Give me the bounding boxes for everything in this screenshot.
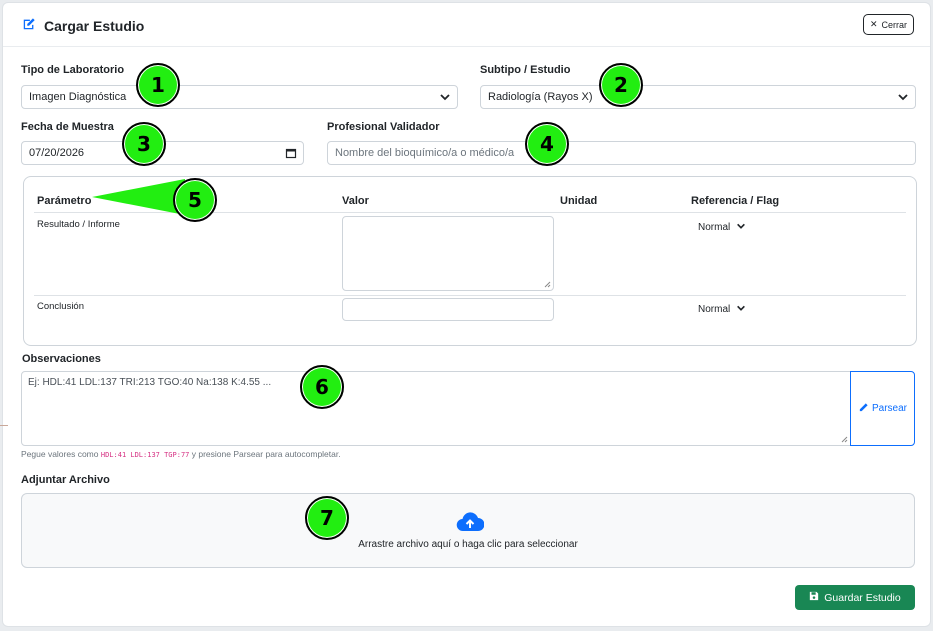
help-code-example: HDL:41 LDL:137 TGP:77 [100,451,190,459]
parse-button-label: Parsear [871,403,907,414]
modal-header: Cargar Estudio ✕ Cerrar [3,3,930,47]
chevron-down-icon [439,91,451,106]
pencil-icon [858,402,869,416]
resultado-flag-value: Normal [698,222,731,233]
resultado-flag-select[interactable]: Normal [698,221,746,234]
dropzone-text: Arrastre archivo aquí o haga clic para s… [358,539,578,550]
resize-handle-icon[interactable] [544,281,551,288]
parse-button[interactable]: Parsear [850,371,915,446]
help-prefix: Pegue valores como [21,449,99,459]
conclusion-flag-value: Normal [698,304,731,315]
annotation-badge-2: 2 [599,63,643,107]
modal-title: Cargar Estudio [22,17,144,34]
row-divider [34,295,906,296]
subtipo-label: Subtipo / Estudio [480,64,571,76]
close-button[interactable]: ✕ Cerrar [862,14,914,35]
resize-handle-icon[interactable] [841,436,848,443]
close-button-label: Cerrar [881,19,907,30]
conclusion-flag-select[interactable]: Normal [698,303,746,316]
observaciones-help: Pegue valores como HDL:41 LDL:137 TGP:77… [21,449,341,459]
chevron-down-icon [736,221,746,234]
annotation-badge-7: 7 [305,496,349,540]
profesional-input[interactable]: Nombre del bioquímico/a o médico/a [327,141,916,165]
row-conclusion-name: Conclusión [37,301,84,312]
save-button[interactable]: Guardar Estudio [795,585,915,610]
tipo-select[interactable]: Imagen Diagnóstica [21,85,458,109]
annotation-badge-3: 3 [122,122,166,166]
conclusion-input[interactable] [342,298,554,321]
close-icon: ✕ [869,19,878,29]
chevron-down-icon [897,91,909,106]
header-unidad: Unidad [560,195,598,207]
profesional-input-placeholder: Nombre del bioquímico/a o médico/a [335,147,515,159]
save-button-label: Guardar Estudio [824,591,901,604]
annotation-badge-4: 4 [525,122,569,166]
fecha-input-value: 07/20/2026 [29,147,85,159]
subtipo-select[interactable]: Radiología (Rayos X) [480,85,916,109]
tipo-label: Tipo de Laboratorio [21,64,125,76]
fecha-label: Fecha de Muestra [21,121,114,133]
adjuntar-label: Adjuntar Archivo [21,474,110,486]
cloud-upload-icon [456,512,485,535]
side-edge [0,425,8,426]
annotation-badge-5: 5 [173,178,217,222]
help-suffix: y presione Parsear para autocompletar. [191,449,341,459]
observaciones-textarea[interactable]: Ej: HDL:41 LDL:137 TRI:213 TGO:40 Na:138… [21,371,851,446]
floppy-disk-icon [809,591,819,604]
calendar-icon[interactable] [285,147,297,162]
row-resultado-name: Resultado / Informe [37,219,120,230]
chevron-down-icon [736,303,746,316]
header-referencia: Referencia / Flag [691,195,780,207]
subtipo-select-value: Radiología (Rayos X) [488,91,593,103]
modal-title-text: Cargar Estudio [44,17,145,34]
resultado-textarea[interactable] [342,216,554,291]
observaciones-label: Observaciones [22,353,101,365]
annotation-badge-6: 6 [300,365,344,409]
file-dropzone[interactable]: Arrastre archivo aquí o haga clic para s… [21,493,915,568]
profesional-label: Profesional Validador [327,121,440,133]
observaciones-placeholder: Ej: HDL:41 LDL:137 TRI:213 TGO:40 Na:138… [28,377,272,388]
tipo-select-value: Imagen Diagnóstica [29,91,127,103]
annotation-badge-1: 1 [136,63,180,107]
edit-icon [22,17,36,34]
header-valor: Valor [342,195,369,207]
